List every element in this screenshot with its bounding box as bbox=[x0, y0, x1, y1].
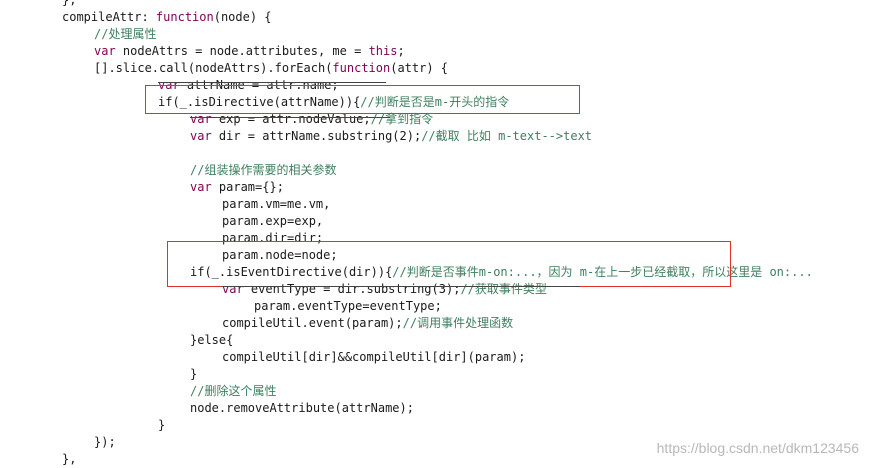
code-line: //处理属性 bbox=[94, 26, 156, 43]
code-keyword: var bbox=[190, 180, 212, 194]
code-line: var exp = attr.nodeValue;//拿到指令 bbox=[190, 111, 433, 128]
code-comment: //删除这个属性 bbox=[190, 384, 277, 398]
code-line: compileAttr: function(node) { bbox=[62, 9, 272, 26]
code-text: } bbox=[190, 367, 198, 381]
code-text: if(_.isDirective(attrName)){ bbox=[158, 95, 361, 109]
code-text: param={}; bbox=[211, 180, 284, 194]
code-line: param.exp=exp, bbox=[222, 213, 323, 230]
code-comment: //获取事件类型 bbox=[460, 282, 547, 296]
code-text: }else{ bbox=[190, 333, 234, 347]
code-line: var param={}; bbox=[190, 179, 284, 196]
code-line: } bbox=[158, 417, 165, 434]
code-line: //删除这个属性 bbox=[190, 383, 276, 400]
code-keyword: function bbox=[332, 61, 391, 75]
code-line: var attrName = attr.name; bbox=[158, 77, 339, 94]
strike-line-exp bbox=[190, 117, 390, 118]
code-comment: //拿到指令 bbox=[370, 112, 434, 126]
code-line: node.removeAttribute(attrName); bbox=[190, 400, 414, 417]
code-text: [].slice.call(nodeAttrs).forEach( bbox=[94, 61, 333, 75]
code-text: }, bbox=[62, 452, 77, 466]
code-line: [].slice.call(nodeAttrs).forEach(functio… bbox=[94, 60, 448, 77]
code-text: } bbox=[158, 418, 166, 432]
code-line: if(_.isDirective(attrName)){//判断是否是m-开头的… bbox=[158, 94, 509, 111]
code-keyword: function bbox=[155, 10, 214, 24]
code-text: param.exp=exp, bbox=[222, 214, 324, 228]
code-comment: //调用事件处理函数 bbox=[402, 316, 514, 330]
code-text: compileUtil.event(param); bbox=[222, 316, 403, 330]
code-keyword: var bbox=[222, 282, 244, 296]
code-text: if(_.isEventDirective(dir)){ bbox=[190, 265, 393, 279]
code-line: //组装操作需要的相关参数 bbox=[190, 162, 336, 179]
code-line: param.vm=me.vm, bbox=[222, 196, 330, 213]
code-text: (attr) { bbox=[390, 61, 449, 75]
code-text: node.removeAttribute(attrName); bbox=[190, 401, 414, 415]
code-line: compileUtil[dir]&&compileUtil[dir](param… bbox=[222, 349, 525, 366]
code-keyword: var bbox=[158, 78, 180, 92]
strike-line-attrname bbox=[158, 82, 386, 83]
code-keyword: this bbox=[368, 44, 398, 58]
code-comment: //截取 比如 m-text-->text bbox=[421, 129, 593, 143]
code-text: ; bbox=[397, 44, 405, 58]
code-editor[interactable]: }, compileAttr: function(node) {//处理属性 var… bbox=[0, 0, 869, 467]
code-text: param.vm=me.vm, bbox=[222, 197, 331, 211]
code-line: compileUtil.event(param);//调用事件处理函数 bbox=[222, 315, 513, 332]
code-text: eventType = dir.substring(3); bbox=[243, 282, 461, 296]
code-comment: //组装操作需要的相关参数 bbox=[190, 163, 337, 177]
code-line: }); bbox=[94, 434, 116, 451]
code-line: param.node=node; bbox=[222, 247, 338, 264]
code-keyword: var bbox=[190, 112, 212, 126]
code-text: param.eventType=eventType; bbox=[254, 299, 442, 313]
code-keyword: var bbox=[190, 129, 212, 143]
code-line: var eventType = dir.substring(3);//获取事件类… bbox=[222, 281, 547, 298]
code-line: var dir = attrName.substring(2);//截取 比如 … bbox=[190, 128, 592, 145]
code-line: }, bbox=[62, 451, 76, 468]
watermark-text: https://blog.csdn.net/dkm123456 bbox=[656, 440, 859, 456]
code-text: }); bbox=[94, 435, 116, 449]
code-line: param.dir=dir; bbox=[222, 230, 323, 247]
strike-line-eventtype bbox=[222, 286, 580, 287]
code-text: compileAttr: bbox=[62, 10, 156, 24]
code-comment: //判断是否是m-开头的指令 bbox=[360, 95, 510, 109]
code-text: exp = attr.nodeValue; bbox=[211, 112, 371, 126]
code-line: if(_.isEventDirective(dir)){//判断是否事件m-on… bbox=[190, 264, 813, 281]
code-text: compileUtil[dir]&&compileUtil[dir](param… bbox=[222, 350, 526, 364]
code-line: param.eventType=eventType; bbox=[254, 298, 442, 315]
code-comment: //判断是否事件m-on:...，因为 m-在上一步已经截取，所以这里是 on:… bbox=[392, 265, 813, 279]
code-comment: //处理属性 bbox=[94, 27, 157, 41]
code-text: (node) { bbox=[213, 10, 272, 24]
code-text: nodeAttrs = node.attributes, me = bbox=[115, 44, 369, 58]
code-text: param.dir=dir; bbox=[222, 231, 324, 245]
code-line: } bbox=[190, 366, 197, 383]
code-keyword: var bbox=[94, 44, 116, 58]
code-text: }, bbox=[62, 0, 77, 7]
code-line: }, bbox=[62, 0, 76, 9]
code-line: var nodeAttrs = node.attributes, me = th… bbox=[94, 43, 405, 60]
code-text: attrName = attr.name; bbox=[179, 78, 339, 92]
code-line: }else{ bbox=[190, 332, 233, 349]
code-text: dir = attrName.substring(2); bbox=[211, 129, 422, 143]
code-text: param.node=node; bbox=[222, 248, 338, 262]
